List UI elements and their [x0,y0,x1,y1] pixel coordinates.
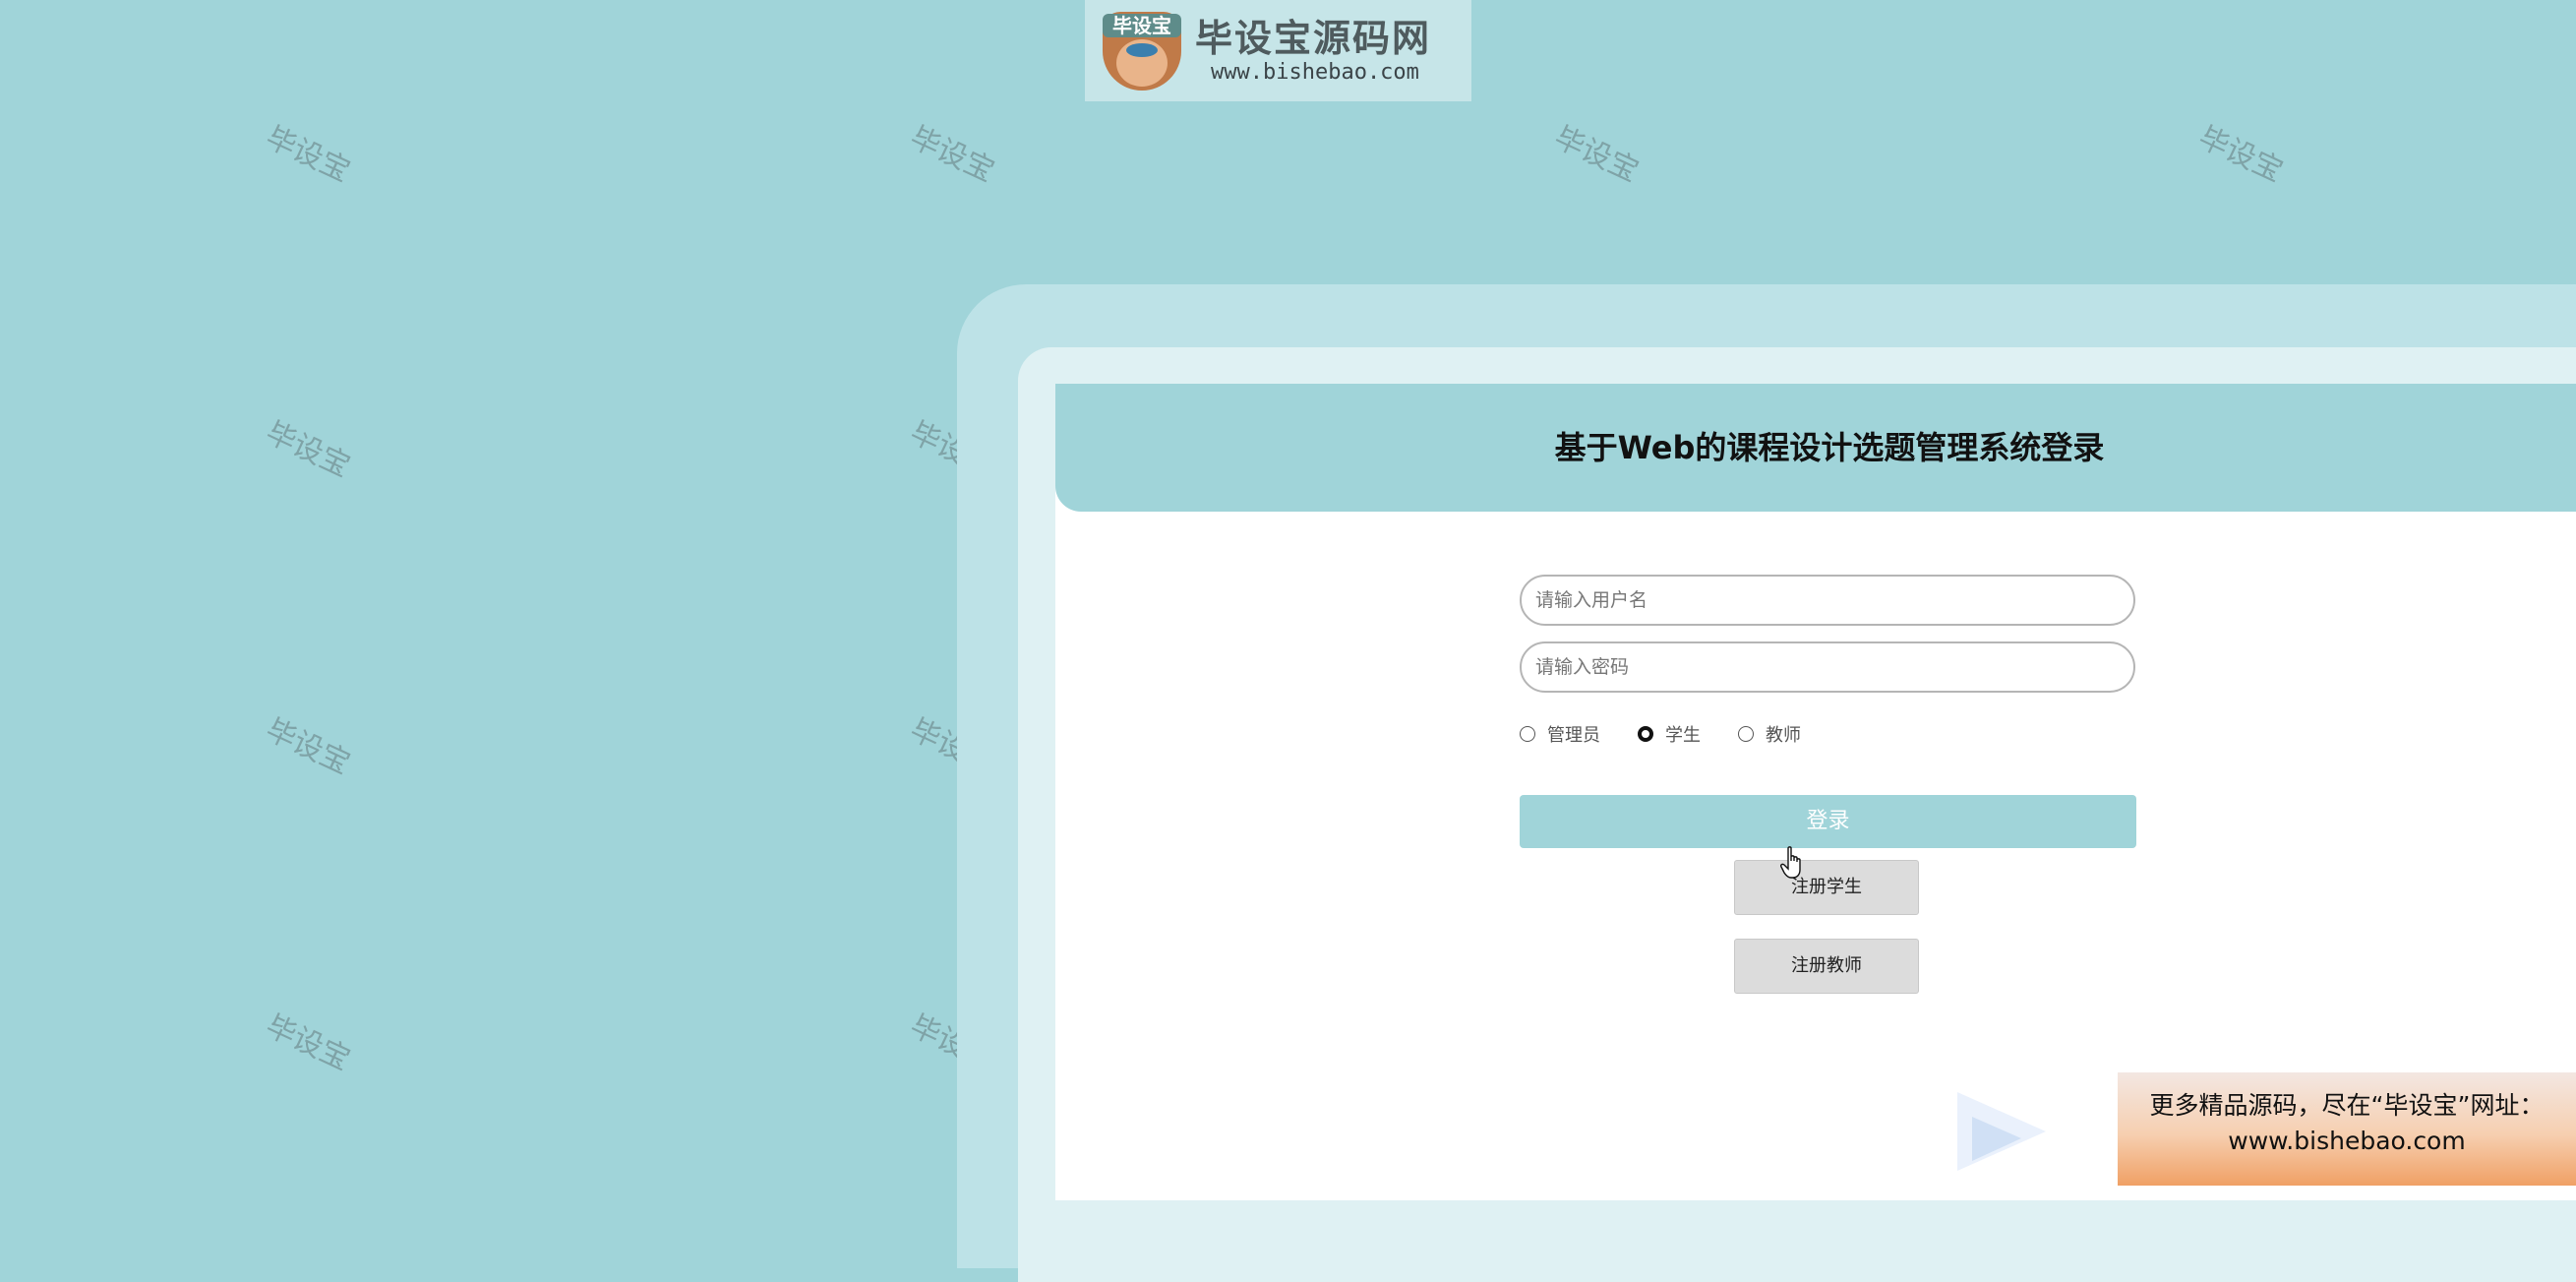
mascot-logo-icon: 毕设宝 [1097,6,1187,96]
logo-badge: 毕设宝 [1103,13,1181,37]
register-teacher-button[interactable]: 注册教师 [1734,939,1919,994]
footer-ad-banner: 更多精品源码，尽在“毕设宝”网址： www.bishebao.com [2118,1072,2576,1186]
role-radio-admin[interactable]: 管理员 [1520,721,1600,747]
radio-unchecked-icon[interactable] [1520,726,1535,742]
role-label-admin: 管理员 [1547,725,1600,746]
watermark-text: 毕设宝 [260,712,356,782]
role-label-student: 学生 [1665,725,1701,746]
login-button[interactable]: 登录 [1520,795,2136,848]
watermark-text: 毕设宝 [2192,120,2289,190]
password-input[interactable] [1520,641,2135,693]
hand-cursor-icon [1780,846,1801,879]
footer-ad-line2: www.bishebao.com [2228,1127,2466,1155]
watermark-text: 毕设宝 [260,415,356,485]
watermark-text: 毕设宝 [260,120,356,190]
radio-unchecked-icon[interactable] [1738,726,1754,742]
role-radio-student[interactable]: 学生 [1638,721,1701,747]
watermark-text: 毕设宝 [1548,120,1645,190]
deco-triangle-icon [1957,1092,2046,1171]
footer-ad-line1: 更多精品源码，尽在“毕设宝”网址： [2149,1091,2545,1120]
watermark-text: 毕设宝 [904,120,1000,190]
logo-url: www.bishebao.com [1211,59,1419,85]
role-radio-teacher[interactable]: 教师 [1738,721,1801,747]
logo-title: 毕设宝源码网 [1195,15,1432,60]
register-student-button[interactable]: 注册学生 [1734,860,1919,915]
login-title: 基于Web的课程设计选题管理系统登录 [1554,429,2105,466]
username-input[interactable] [1520,575,2135,626]
site-logo-banner: 毕设宝 毕设宝源码网 www.bishebao.com [1085,0,1471,101]
role-label-teacher: 教师 [1766,725,1801,746]
radio-checked-icon[interactable] [1638,726,1653,742]
role-radio-group: 管理员 学生 教师 [1520,721,1838,747]
watermark-text: 毕设宝 [260,1008,356,1078]
